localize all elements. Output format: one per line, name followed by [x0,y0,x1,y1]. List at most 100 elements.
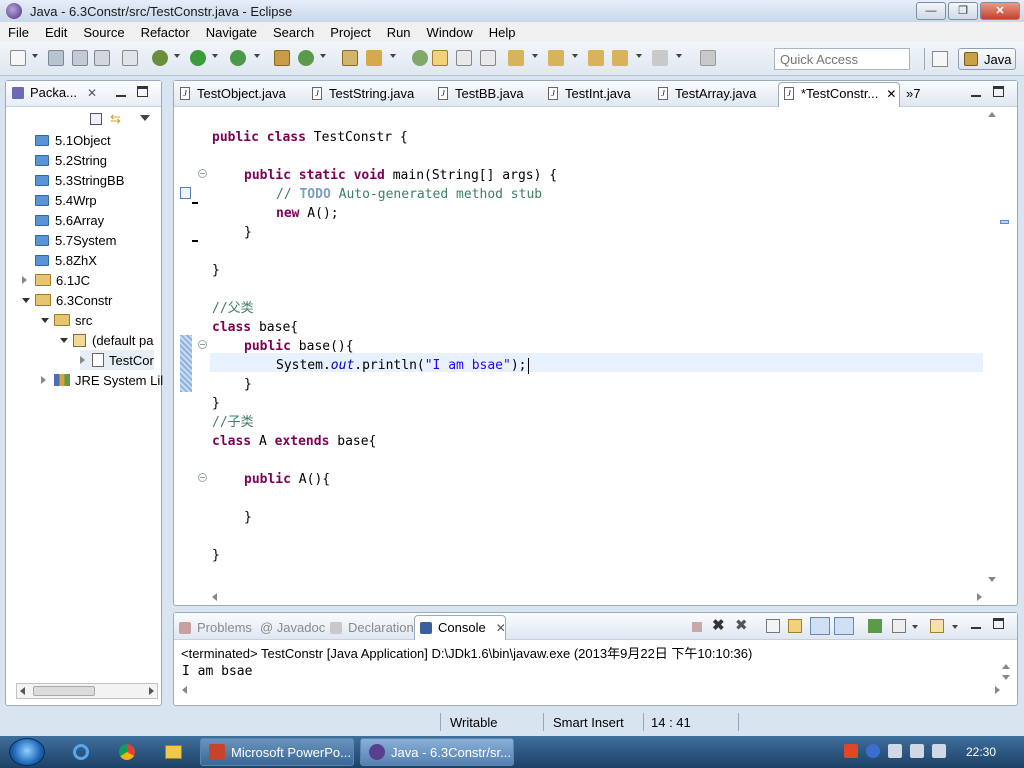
tree-item[interactable]: src [41,310,92,330]
whitespace-icon[interactable] [480,50,496,66]
tab-declaration[interactable]: Declaration [330,620,414,635]
fold-icon[interactable]: − [198,169,207,178]
tab-javadoc[interactable]: @ Javadoc [260,620,325,635]
save-icon[interactable] [48,50,64,66]
scroll-up-icon[interactable] [988,112,996,117]
close-tab-icon[interactable]: ✕ [886,87,896,101]
debug-icon[interactable] [152,50,168,66]
console-output[interactable]: I am bsae [182,664,252,679]
new-class-icon[interactable] [298,50,314,66]
editor-horizontal-scrollbar[interactable] [212,590,982,604]
volume-icon[interactable] [932,744,946,758]
minimize-view-icon[interactable] [971,619,981,629]
forward-dropdown-icon[interactable] [676,54,682,58]
file-explorer-icon[interactable] [154,739,192,765]
scroll-left-icon[interactable] [212,593,217,601]
external-dropdown-icon[interactable] [254,54,260,58]
tab-testint[interactable]: J TestInt.java [548,86,631,101]
maximize-editor-icon[interactable] [993,86,1004,97]
minimize-button[interactable]: — [916,2,946,20]
task-marker-icon[interactable] [180,187,191,199]
new-class-dropdown-icon[interactable] [320,54,326,58]
scrollbar-thumb[interactable] [33,686,95,696]
overview-ruler-marker[interactable] [1000,220,1009,224]
tab-teststring[interactable]: J TestString.java [312,86,414,101]
highlight-icon[interactable] [432,50,448,66]
menu-search[interactable]: Search [265,25,322,40]
skip-breakpoints-icon[interactable] [122,50,138,66]
tree-item-selected[interactable]: TestCor [80,350,154,370]
scroll-lock-icon[interactable] [788,619,802,633]
close-tab-icon[interactable]: ✕ [87,86,97,100]
tree-item[interactable]: 5.6Array [35,210,104,230]
tree-item[interactable]: JRE System Lil [41,370,163,390]
prev-annotation-dropdown-icon[interactable] [572,54,578,58]
maximize-button[interactable]: ❐ [948,2,978,20]
show-on-output-icon[interactable] [810,617,830,635]
tab-overflow[interactable]: »7 [906,86,920,101]
save-all-icon[interactable] [72,50,88,66]
help-icon[interactable] [866,744,880,758]
print-icon[interactable] [94,50,110,66]
menu-edit[interactable]: Edit [37,25,75,40]
collapse-icon[interactable] [60,338,68,343]
open-console-dropdown-icon[interactable] [952,625,958,629]
task-eclipse[interactable]: Java - 6.3Constr/sr... [360,738,514,766]
package-explorer-tab[interactable]: Packa... ✕ [12,85,97,100]
minimize-editor-icon[interactable] [971,87,981,97]
terminate-icon[interactable] [692,622,702,632]
next-annotation-icon[interactable] [508,50,524,66]
menu-source[interactable]: Source [75,25,132,40]
horizontal-scrollbar[interactable] [16,683,158,699]
chrome-icon[interactable] [108,739,146,765]
tree-item[interactable]: 6.3Constr [22,290,112,310]
next-annotation-dropdown-icon[interactable] [532,54,538,58]
back-icon[interactable] [612,50,628,66]
open-console-icon[interactable] [930,619,944,633]
clear-console-icon[interactable] [766,619,780,633]
fold-icon[interactable]: − [198,473,207,482]
last-edit-icon[interactable] [588,50,604,66]
collapse-icon[interactable] [41,318,49,323]
scroll-right-icon[interactable] [995,686,1000,694]
open-perspective-icon[interactable] [932,51,948,67]
close-tab-icon[interactable]: ✕ [496,621,506,635]
scroll-left-icon[interactable] [182,686,187,694]
tab-console[interactable]: Console ✕ [420,620,506,635]
menu-file[interactable]: File [0,25,37,40]
internet-explorer-icon[interactable] [62,739,100,765]
tab-testconstr[interactable]: J *TestConstr... ✕ [784,86,896,101]
tree-item[interactable]: (default pa [60,330,153,350]
show-on-error-icon[interactable] [834,617,854,635]
display-console-icon[interactable] [892,619,906,633]
console-horizontal-scrollbar[interactable] [182,683,1000,697]
prev-annotation-icon[interactable] [548,50,564,66]
tree-item[interactable]: 6.1JC [22,270,90,290]
pin-editor-icon[interactable] [700,50,716,66]
tray-options-icon[interactable] [888,744,902,758]
view-menu-icon[interactable] [140,115,150,121]
tab-testarray[interactable]: J TestArray.java [658,86,756,101]
close-button[interactable]: ✕ [980,2,1020,20]
menu-run[interactable]: Run [379,25,419,40]
scroll-up-icon[interactable] [1002,664,1010,669]
menu-refactor[interactable]: Refactor [133,25,198,40]
tab-problems[interactable]: Problems [179,620,252,635]
open-type-icon[interactable] [342,50,358,66]
tree-item[interactable]: 5.1Object [35,130,111,150]
tab-testbb[interactable]: J TestBB.java [438,86,524,101]
code-editor[interactable]: − − − public class TestConstr { public s… [174,108,1017,601]
scroll-right-icon[interactable] [149,687,154,695]
pin-console-icon[interactable] [868,619,882,633]
tree-item[interactable]: 5.7System [35,230,116,250]
run-external-icon[interactable] [230,50,246,66]
scroll-right-icon[interactable] [977,593,982,601]
run-dropdown-icon[interactable] [212,54,218,58]
tree-item[interactable]: 5.3StringBB [35,170,124,190]
quick-access-input[interactable] [774,48,910,70]
input-method-icon[interactable] [844,744,858,758]
java-perspective-button[interactable]: Java [958,48,1016,70]
link-with-editor-icon[interactable]: ⇆ [110,112,126,126]
expand-icon[interactable] [80,356,85,364]
display-console-dropdown-icon[interactable] [912,625,918,629]
